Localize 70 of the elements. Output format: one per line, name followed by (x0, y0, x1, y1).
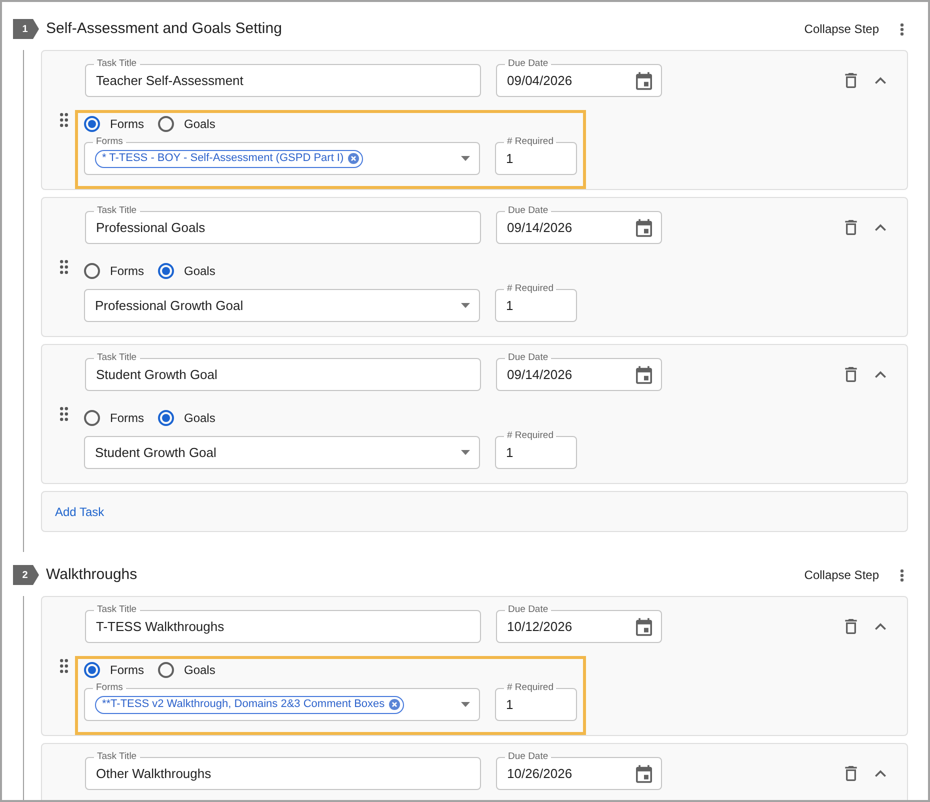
chevron-up-icon[interactable] (875, 224, 886, 231)
calendar-icon[interactable] (636, 366, 652, 384)
radio-button[interactable] (158, 263, 174, 279)
radio-label[interactable]: Forms (110, 409, 144, 427)
collapse-step-button[interactable]: Collapse Step (804, 20, 879, 38)
step-number-badge: 1 (13, 19, 39, 39)
radio-label[interactable]: Forms (110, 115, 144, 133)
task-title-field[interactable]: Task Title Other Walkthroughs (85, 750, 481, 790)
dropdown-field[interactable]: Forms * T-TESS - BOY - Self-Assessment (GSPD Part I) (84, 135, 480, 175)
radio-label[interactable]: Goals (184, 262, 216, 280)
dropdown-field[interactable]: Forms **T-TESS v2 Walkthrough, Domains 2&3 Comment Boxes (84, 681, 480, 721)
delete-icon[interactable] (845, 73, 857, 88)
due-date-field[interactable]: Due Date 10/26/2026 (496, 750, 662, 790)
drag-handle-icon[interactable] (60, 113, 68, 127)
delete-icon[interactable] (845, 367, 857, 382)
radio-label[interactable]: Forms (110, 661, 144, 679)
dropdown-field[interactable]: Professional Growth Goal (84, 282, 480, 322)
x-circle-icon[interactable] (388, 699, 400, 710)
radio-button[interactable] (84, 662, 100, 678)
radio-label[interactable]: Goals (184, 661, 216, 679)
radio-button[interactable] (84, 116, 100, 132)
add-task-link[interactable]: Add Task (55, 502, 104, 520)
more-options-icon[interactable] (900, 568, 904, 582)
more-options-icon[interactable] (900, 22, 904, 36)
delete-icon[interactable] (845, 220, 857, 235)
form-chip[interactable]: * T-TESS - BOY - Self-Assessment (GSPD Part I) (95, 150, 363, 168)
due-date-field[interactable]: Due Date 09/04/2026 (496, 57, 662, 97)
delete-icon[interactable] (845, 766, 857, 781)
task-title-field[interactable]: Task Title T-TESS Walkthroughs (85, 603, 481, 643)
radio-label[interactable]: Goals (184, 115, 216, 133)
calendar-icon[interactable] (636, 764, 652, 782)
required-count-field[interactable]: # Required 1 (495, 282, 577, 322)
dropdown-caret-icon[interactable] (461, 303, 470, 308)
drag-handle-icon[interactable] (60, 407, 68, 421)
radio-button[interactable] (84, 263, 100, 279)
calendar-icon[interactable] (636, 72, 652, 90)
dropdown-caret-icon[interactable] (461, 156, 470, 161)
required-count-field[interactable]: # Required 1 (495, 681, 577, 721)
radio-label[interactable]: Goals (184, 409, 216, 427)
dropdown-caret-icon[interactable] (461, 702, 470, 707)
collapse-step-button[interactable]: Collapse Step (804, 566, 879, 584)
step-title: Walkthroughs (46, 565, 138, 585)
dropdown-field[interactable]: Student Growth Goal (84, 429, 480, 469)
due-date-field[interactable]: Due Date 10/12/2026 (496, 603, 662, 643)
required-count-field[interactable]: # Required 1 (495, 429, 577, 469)
task-title-field[interactable]: Task Title Student Growth Goal (85, 351, 481, 391)
dropdown-caret-icon[interactable] (461, 450, 470, 455)
calendar-icon[interactable] (636, 218, 652, 236)
radio-button[interactable] (158, 662, 174, 678)
radio-button[interactable] (84, 410, 100, 426)
chevron-up-icon[interactable] (875, 371, 886, 378)
radio-button[interactable] (158, 116, 174, 132)
radio-button[interactable] (158, 410, 174, 426)
form-chip[interactable]: **T-TESS v2 Walkthrough, Domains 2&3 Comment Boxes (95, 696, 404, 714)
step-title: Self-Assessment and Goals Setting (46, 19, 282, 39)
chevron-up-icon[interactable] (875, 623, 886, 630)
task-title-field[interactable]: Task Title Professional Goals (85, 204, 481, 244)
chevron-up-icon[interactable] (875, 770, 886, 777)
due-date-field[interactable]: Due Date 09/14/2026 (496, 351, 662, 391)
due-date-field[interactable]: Due Date 09/14/2026 (496, 204, 662, 244)
step-number-badge: 2 (13, 565, 39, 585)
drag-handle-icon[interactable] (60, 659, 68, 673)
chevron-up-icon[interactable] (875, 77, 886, 84)
drag-handle-icon[interactable] (60, 260, 68, 274)
radio-label[interactable]: Forms (110, 262, 144, 280)
task-title-field[interactable]: Task Title Teacher Self-Assessment (85, 57, 481, 97)
x-circle-icon[interactable] (348, 153, 359, 164)
calendar-icon[interactable] (636, 618, 652, 636)
delete-icon[interactable] (845, 619, 857, 634)
required-count-field[interactable]: # Required 1 (495, 135, 577, 175)
